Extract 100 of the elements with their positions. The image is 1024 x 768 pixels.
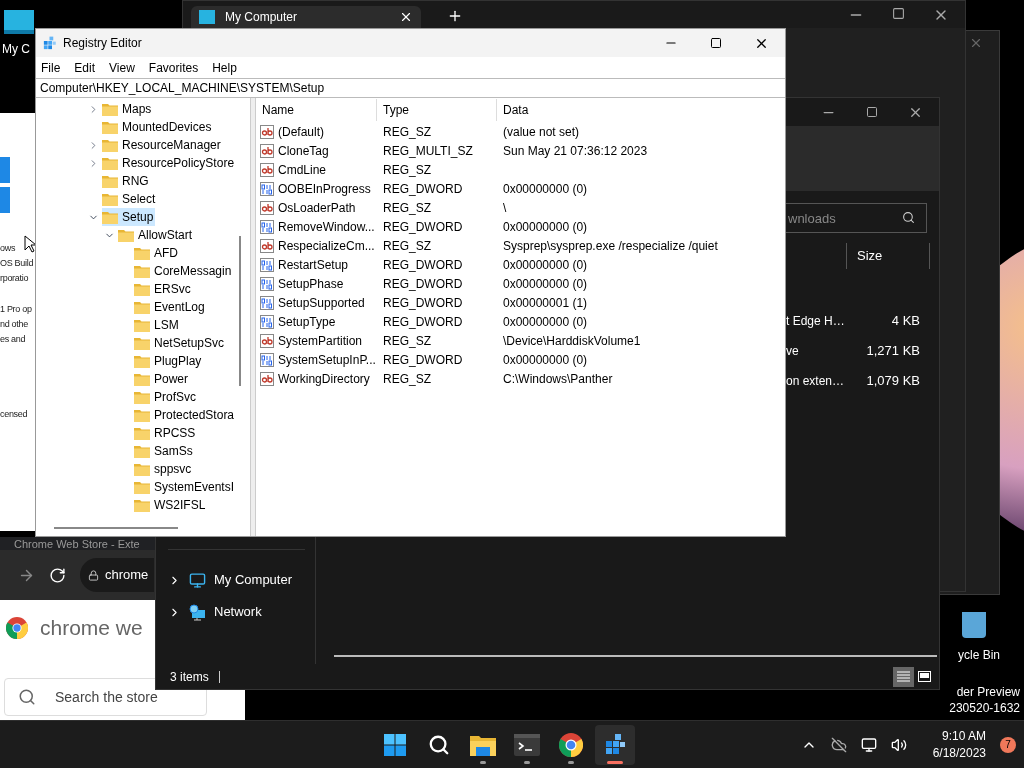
string-value-icon xyxy=(260,162,274,177)
tree-item[interactable]: AllowStart xyxy=(104,226,195,244)
running-indicator xyxy=(480,760,487,764)
desktop-icon-label[interactable]: ycle Bin xyxy=(958,646,1001,664)
value-name[interactable]: RestartSetup xyxy=(278,255,349,274)
tree-item[interactable]: LSM xyxy=(120,316,181,334)
tree-item[interactable]: SystemEventsI xyxy=(120,478,237,496)
value-type: REG_SZ xyxy=(382,161,432,179)
tree-item[interactable]: ProfSvc xyxy=(120,388,198,406)
search-field[interactable]: wnloads xyxy=(786,203,927,233)
tree-item[interactable]: Select xyxy=(88,190,158,208)
window-tab[interactable]: My Computer xyxy=(191,6,421,28)
tree-item[interactable]: sppsvc xyxy=(120,460,194,478)
vertical-scrollbar[interactable] xyxy=(239,236,241,386)
folder-icon[interactable] xyxy=(470,733,497,756)
column-header[interactable]: Size xyxy=(846,243,930,269)
file-name[interactable]: on exten… xyxy=(786,372,848,390)
search-icon[interactable] xyxy=(428,733,451,756)
folder-icon xyxy=(102,210,118,224)
horizontal-scrollbar[interactable] xyxy=(334,655,937,657)
browser-icon[interactable] xyxy=(559,732,584,757)
value-name[interactable]: CloneTag xyxy=(278,141,329,160)
value-data: \ xyxy=(502,199,507,217)
value-name[interactable]: SystemPartition xyxy=(278,331,363,350)
store-heading: chrome we xyxy=(40,615,143,642)
column-header[interactable]: Type xyxy=(377,99,497,121)
desktop-icon-label[interactable]: My C xyxy=(2,40,30,58)
tree-item[interactable]: ResourcePolicyStore xyxy=(88,154,237,172)
value-name[interactable]: RespecializeCm... xyxy=(278,236,375,255)
tree-item[interactable]: NetSetupSvc xyxy=(120,334,227,352)
new-tab-icon[interactable] xyxy=(447,8,463,24)
value-type: REG_DWORD xyxy=(382,313,464,331)
menu-item[interactable]: Favorites xyxy=(148,58,199,77)
value-type: REG_MULTI_SZ xyxy=(382,142,474,160)
value-data: 0x00000000 (0) xyxy=(502,313,588,331)
menu-item[interactable]: View xyxy=(109,58,135,77)
cubes-icon[interactable] xyxy=(603,732,628,757)
cloud-off-icon[interactable] xyxy=(830,736,847,753)
address-bar[interactable]: Computer\HKEY_LOCAL_MACHINE\SYSTEM\Setup xyxy=(36,78,785,98)
tree-item[interactable]: EventLog xyxy=(120,298,207,316)
menu-item[interactable]: Help xyxy=(212,58,237,77)
value-name[interactable]: SetupType xyxy=(278,312,336,331)
tree-item[interactable]: ProtectedStora xyxy=(120,406,237,424)
tree-item[interactable]: CoreMessagin xyxy=(120,262,234,280)
value-name[interactable]: RemoveWindow... xyxy=(278,217,375,236)
folder-icon xyxy=(134,354,150,368)
value-name[interactable]: (Default) xyxy=(278,122,324,141)
details-view-button[interactable] xyxy=(893,666,914,687)
tree-item[interactable]: ResourceManager xyxy=(88,136,223,154)
tree-item[interactable]: Power xyxy=(120,370,190,388)
clock[interactable]: 9:10 AM 6/18/2023 xyxy=(932,727,986,762)
volume-icon[interactable] xyxy=(890,736,907,753)
value-type: REG_DWORD xyxy=(382,180,464,198)
value-name[interactable]: CmdLine xyxy=(278,160,327,179)
tree-item[interactable]: WS2IFSL xyxy=(120,496,208,514)
tree-item[interactable]: ERSvc xyxy=(120,280,193,298)
tree-item[interactable]: AFD xyxy=(120,244,180,262)
value-name[interactable]: SetupSupported xyxy=(278,293,365,312)
horizontal-scrollbar[interactable] xyxy=(54,527,178,529)
nav-item[interactable]: My Computer xyxy=(214,570,293,590)
column-header[interactable]: Name xyxy=(256,99,377,121)
tab-title[interactable]: Chrome Web Store - Exte xyxy=(14,537,140,550)
running-indicator xyxy=(524,760,531,764)
value-type: REG_SZ xyxy=(382,237,432,255)
nav-item[interactable]: Network xyxy=(214,602,262,622)
address-field[interactable]: chrome xyxy=(80,558,154,592)
value-name[interactable]: SystemSetupInP... xyxy=(278,350,376,369)
start-icon[interactable] xyxy=(383,732,408,757)
folder-icon xyxy=(102,192,118,206)
terminal-icon[interactable] xyxy=(514,733,541,756)
tree-item[interactable]: SamSs xyxy=(120,442,195,460)
close-icon[interactable] xyxy=(399,10,413,24)
maximize-icon[interactable] xyxy=(710,37,722,49)
tree-item[interactable]: PlugPlay xyxy=(120,352,204,370)
folder-icon xyxy=(102,138,118,152)
tree-item[interactable]: Maps xyxy=(88,100,154,118)
value-name[interactable]: OOBEInProgress xyxy=(278,179,371,198)
tree-item[interactable]: RNG xyxy=(88,172,151,190)
menu-item[interactable]: File xyxy=(41,58,61,77)
file-name[interactable]: t Edge H… xyxy=(786,312,848,330)
reload-icon[interactable] xyxy=(49,566,66,584)
maximize-icon[interactable] xyxy=(866,106,878,118)
menu-item[interactable]: Edit xyxy=(74,58,96,77)
tree-item[interactable]: RPCSS xyxy=(120,424,198,442)
file-name[interactable]: ve xyxy=(786,342,848,360)
value-data: (value not set) xyxy=(502,123,580,141)
tree-item[interactable]: MountedDevices xyxy=(88,118,214,136)
value-data: 0x00000000 (0) xyxy=(502,256,588,274)
taskbar-button[interactable] xyxy=(595,724,636,765)
file-size: 4 KB xyxy=(890,312,920,331)
value-name[interactable]: OsLoaderPath xyxy=(278,198,356,217)
notification-badge[interactable]: 7 xyxy=(1000,736,1016,753)
maximize-icon[interactable] xyxy=(892,7,905,20)
file-size: 1,271 KB xyxy=(865,342,920,361)
value-name[interactable]: WorkingDirectory xyxy=(278,369,370,388)
folder-icon xyxy=(134,264,150,278)
active-indicator xyxy=(607,760,624,764)
column-header[interactable]: Data xyxy=(497,99,785,121)
about-text: ows xyxy=(0,242,16,255)
value-name[interactable]: SetupPhase xyxy=(278,274,344,293)
